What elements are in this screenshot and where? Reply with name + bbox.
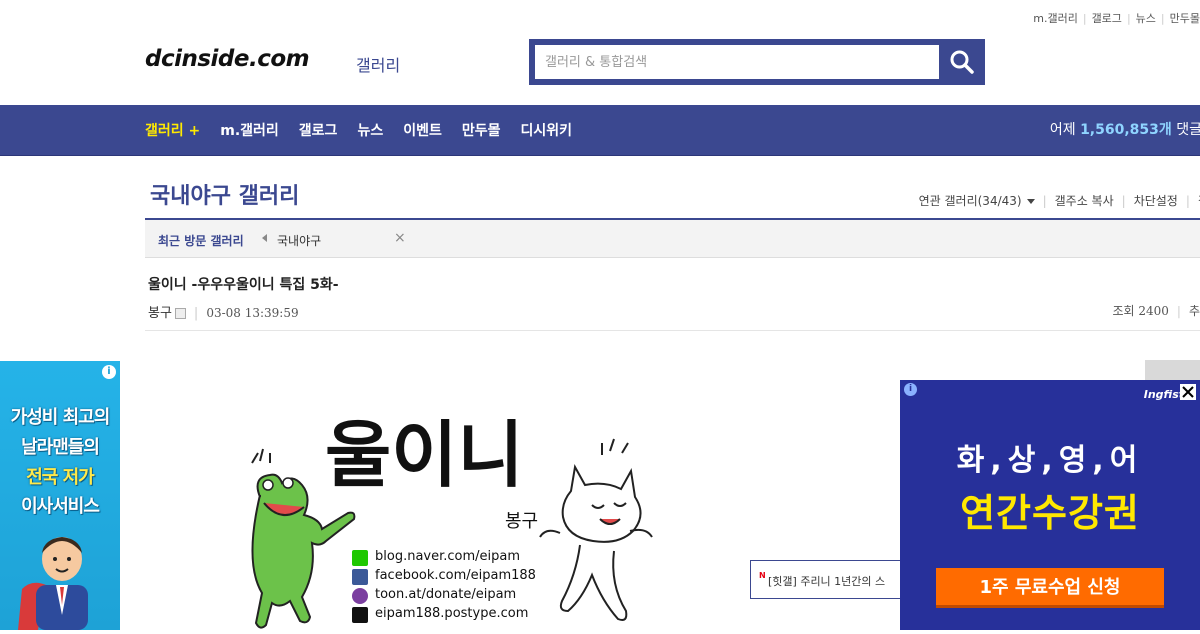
nav-item-gallery[interactable]: 갤러리 + xyxy=(145,120,200,140)
separator: | xyxy=(1185,194,1190,208)
comic-author: 봉구 xyxy=(505,511,538,532)
separator: | xyxy=(1176,304,1181,318)
search-input[interactable] xyxy=(535,45,939,79)
search-box xyxy=(529,39,985,85)
util-link-m-gallery[interactable]: m.갤러리 xyxy=(1033,12,1078,25)
stats-suffix: 댓글 xyxy=(1176,122,1200,138)
left-ad-line: 이사서비스 xyxy=(21,496,100,517)
ad-info-icon[interactable]: i xyxy=(102,365,116,379)
left-ad-line: 날라맨들의 xyxy=(21,437,100,458)
comic-link-text: toon.at/donate/eipam xyxy=(375,587,517,602)
facebook-icon xyxy=(352,569,368,585)
main-nav: 갤러리 + m.갤러리 갤로그 뉴스 이벤트 만두몰 디시위키 어제 1,560… xyxy=(0,105,1200,156)
stats-count: 1,560,853개 xyxy=(1080,122,1172,138)
logo-gallery-label[interactable]: 갤러리 xyxy=(356,52,400,76)
separator: | xyxy=(1121,194,1126,208)
cat-character-icon xyxy=(539,438,653,621)
post-divider xyxy=(145,330,1200,331)
news-popup[interactable]: N [힛갤] 주리니 1년간의 스 xyxy=(750,560,900,599)
util-link-gallog[interactable]: 갤로그 xyxy=(1092,12,1122,25)
post-meta: 봉구 | 03-08 13:39:59 xyxy=(148,302,299,321)
new-badge: N xyxy=(759,571,766,580)
separator: | xyxy=(1042,194,1047,208)
comic-link-text: facebook.com/eipam188 xyxy=(375,568,536,583)
left-side-ad[interactable]: i 가성비 최고의 날라맨들의 전국 저가 이사서비스 xyxy=(0,361,120,630)
nav-items: 갤러리 + m.갤러리 갤로그 뉴스 이벤트 만두몰 디시위키 xyxy=(145,105,592,155)
nav-item-news[interactable]: 뉴스 xyxy=(357,120,383,140)
close-icon[interactable]: × xyxy=(394,230,406,246)
separator: | xyxy=(1082,12,1087,25)
post-stats: 조회 2400 | 추 xyxy=(1112,302,1200,319)
right-ad[interactable]: i Ingfist 화,상,영,어 연간수강권 1주 무료수업 신청 xyxy=(900,380,1200,630)
util-link-mall[interactable]: 만두몰 xyxy=(1170,12,1200,25)
separator: | xyxy=(193,306,199,321)
separator: | xyxy=(1126,12,1131,25)
util-links: m.갤러리 | 갤로그 | 뉴스 | 만두몰 xyxy=(1033,10,1200,26)
ad-cta-button[interactable]: 1주 무료수업 신청 xyxy=(936,568,1164,608)
recent-visit-item[interactable]: 국내야구 xyxy=(277,232,321,249)
recent-visit-bar: 최근 방문 갤러리 국내야구 × xyxy=(145,220,1200,258)
related-gallery-dropdown[interactable]: 연관 갤러리(34/43) xyxy=(919,194,1035,208)
caret-down-icon xyxy=(1026,199,1035,204)
post-views: 조회 2400 xyxy=(1112,304,1169,318)
close-icon xyxy=(1182,386,1194,398)
nav-item-m-gallery[interactable]: m.갤러리 xyxy=(220,120,279,140)
post-title: 울이니 -우우우울이니 특집 5화- xyxy=(148,277,339,293)
blog-icon xyxy=(352,550,368,566)
post-recommend: 추 xyxy=(1188,304,1200,318)
close-ad-button[interactable] xyxy=(1180,384,1196,400)
search-button[interactable] xyxy=(939,39,985,85)
comic-link-text: blog.naver.com/eipam xyxy=(375,549,521,564)
postype-icon xyxy=(352,607,368,623)
nav-stats: 어제 1,560,853개 댓글 xyxy=(1050,105,1200,155)
nav-item-wiki[interactable]: 디시위키 xyxy=(520,120,572,140)
recent-visit-label: 최근 방문 갤러리 xyxy=(158,234,244,248)
ad-brand-logo: Ingfist xyxy=(1143,388,1184,401)
fixed-nick-icon xyxy=(174,308,186,319)
nav-item-mall[interactable]: 만두몰 xyxy=(462,120,501,140)
mover-mascot-icon xyxy=(18,537,88,630)
related-gallery-label: 연관 갤러리(34/43) xyxy=(918,194,1022,208)
side-strip xyxy=(1145,360,1200,382)
gallery-title[interactable]: 국내야구 갤러리 xyxy=(150,178,299,210)
nav-item-event[interactable]: 이벤트 xyxy=(403,120,442,140)
search-icon xyxy=(950,50,974,74)
left-ad-line: 전국 저가 xyxy=(26,467,95,488)
post-author[interactable]: 봉구 xyxy=(148,306,172,321)
separator: | xyxy=(1160,12,1165,25)
copy-url-button[interactable]: 갤주소 복사 xyxy=(1055,194,1114,208)
nav-item-gallog[interactable]: 갤로그 xyxy=(299,120,338,140)
ad-headline-1: 화,상,영,어 xyxy=(956,443,1144,478)
post-date: 03-08 13:39:59 xyxy=(206,306,299,320)
comic-link-text: eipam188.postype.com xyxy=(375,606,529,621)
comic-title: 울이니 xyxy=(325,413,524,497)
toon-icon xyxy=(352,588,368,604)
util-link-news[interactable]: 뉴스 xyxy=(1136,12,1156,25)
left-ad-line: 가성비 최고의 xyxy=(10,407,111,428)
arrow-left-icon[interactable] xyxy=(262,234,267,242)
news-popup-text[interactable]: [힛갤] 주리니 1년간의 스 xyxy=(768,573,885,589)
block-settings-button[interactable]: 차단설정 xyxy=(1134,194,1178,208)
ad-headline-2: 연간수강권 xyxy=(960,491,1140,535)
stats-prefix: 어제 xyxy=(1049,122,1076,138)
gallery-tools: 연관 갤러리(34/43)|갤주소 복사|차단설정|갤러 xyxy=(919,192,1200,209)
site-logo[interactable]: dcinside.com xyxy=(145,46,310,72)
ad-info-icon[interactable]: i xyxy=(904,383,917,396)
